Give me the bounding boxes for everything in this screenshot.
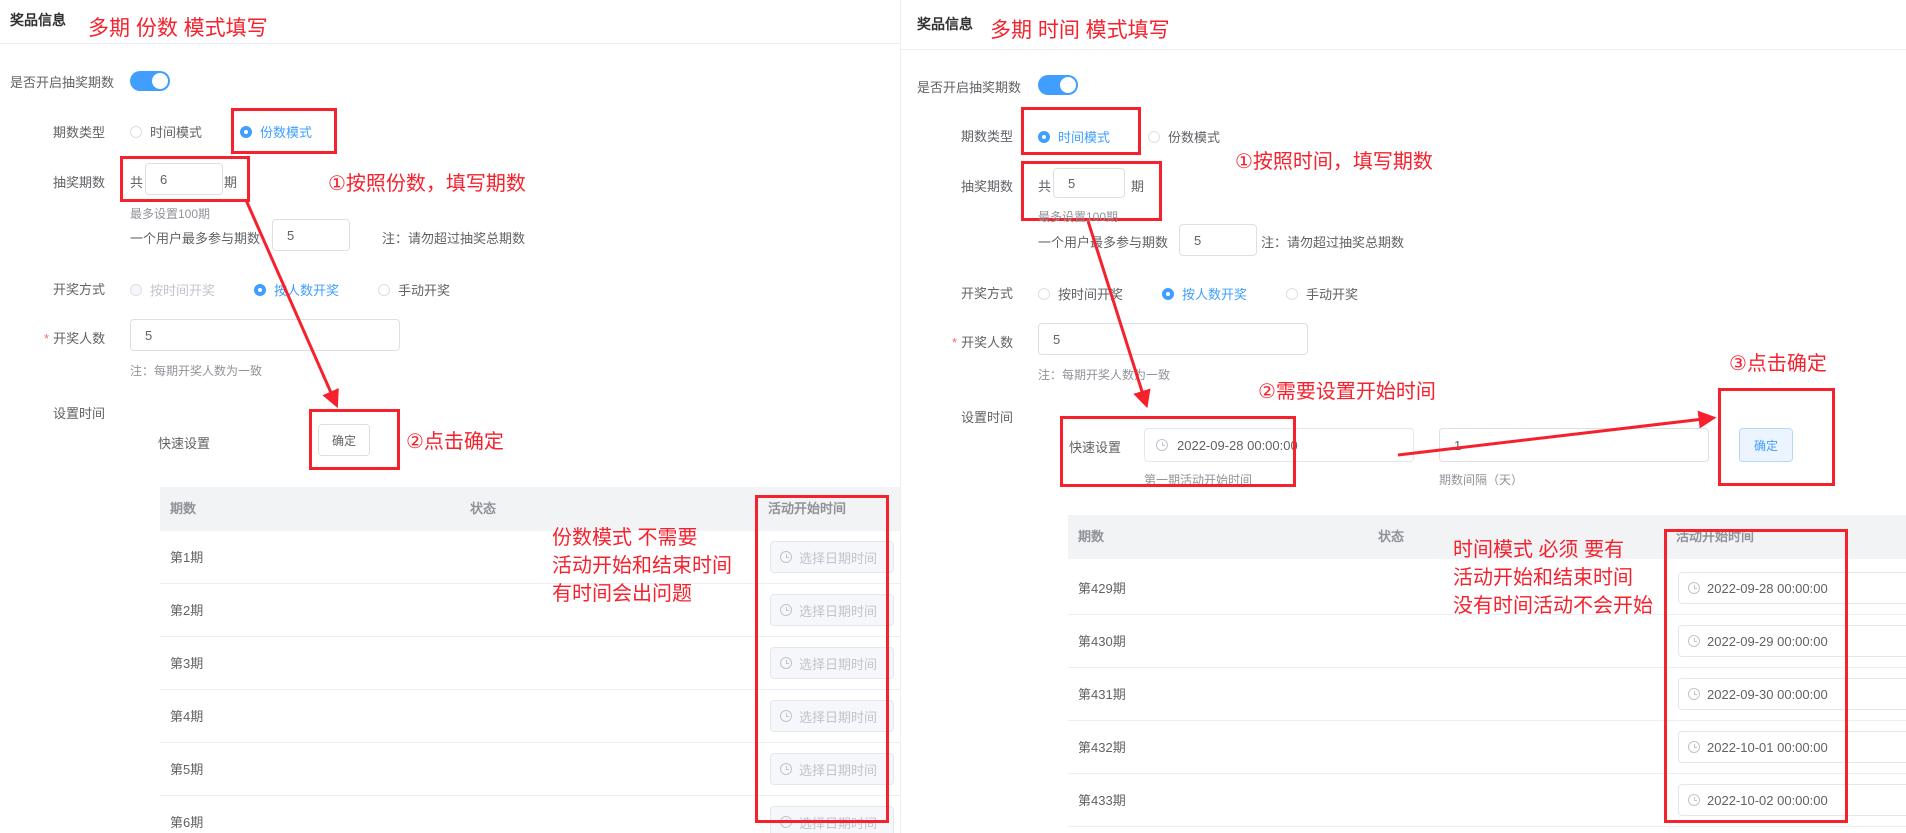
col-status: 状态	[470, 501, 497, 516]
col-period: 期数	[1078, 529, 1105, 544]
set-time-label: 设置时间	[961, 410, 1014, 425]
draw-method-label: 开奖方式	[961, 286, 1014, 301]
annotation-step2: ②需要设置开始时间	[1258, 381, 1436, 403]
draw-people-label: * 开奖人数	[952, 335, 1014, 350]
highlight-quick-set	[1060, 416, 1296, 487]
max-periods-hint: 最多设置100期	[130, 207, 211, 221]
radio-dot	[1286, 287, 1298, 300]
interval-input[interactable]: 1	[1439, 428, 1709, 462]
period-cell: 第6期	[170, 815, 204, 830]
section-title: 奖品信息	[10, 12, 66, 28]
annotation-step1: ①按照份数，填写期数	[328, 173, 526, 195]
radio-dot	[254, 283, 266, 296]
right-screenshot-panel: 奖品信息 多期 时间 模式填写 是否开启抽奖期数 期数类型 时间模式 份数模式 …	[900, 0, 1906, 833]
radio-dot	[1038, 287, 1050, 300]
draw-people-input[interactable]: 5	[1038, 323, 1308, 355]
max-user-label: 一个用户最多参与期数	[1038, 235, 1169, 250]
enable-periods-label: 是否开启抽奖期数	[10, 75, 115, 90]
col-status: 状态	[1378, 529, 1405, 544]
interval-hint: 期数间隔（天）	[1439, 473, 1524, 487]
draw-people-note: 注：每期开奖人数为一致	[130, 364, 263, 378]
note-line: 没有时间活动不会开始	[1453, 595, 1653, 617]
radio-draw-by-people[interactable]: 按人数开奖	[254, 280, 339, 299]
period-cell: 第3期	[170, 656, 204, 671]
draw-method-label: 开奖方式	[53, 282, 106, 297]
radio-draw-by-time[interactable]: 按时间开奖	[1038, 284, 1123, 303]
radio-dot	[130, 283, 142, 296]
radio-label: 按人数开奖	[274, 283, 340, 298]
max-user-input[interactable]: 5	[1179, 224, 1257, 256]
period-cell: 第4期	[170, 709, 204, 724]
period-cell: 第431期	[1078, 687, 1126, 702]
annotation-title: 多期 时间 模式填写	[990, 19, 1170, 42]
period-cell: 第5期	[170, 762, 204, 777]
set-time-label: 设置时间	[53, 406, 106, 421]
highlight-start-time-column	[755, 495, 889, 823]
radio-draw-manual[interactable]: 手动开奖	[378, 280, 450, 299]
radio-label: 按时间开奖	[1058, 287, 1124, 302]
radio-label: 按时间开奖	[150, 283, 216, 298]
radio-dot	[1148, 130, 1160, 143]
radio-label: 份数模式	[1168, 130, 1221, 145]
radio-time-mode[interactable]: 时间模式	[130, 122, 202, 141]
period-cell: 第1期	[170, 550, 204, 565]
annotation-note: 份数模式 不需要 活动开始和结束时间 有时间会出问题	[552, 524, 732, 608]
draw-people-input[interactable]: 5	[130, 319, 400, 351]
highlight-period-type	[231, 108, 337, 154]
max-user-label: 一个用户最多参与期数	[130, 231, 261, 246]
enable-periods-switch[interactable]	[1038, 75, 1078, 95]
section-title: 奖品信息	[917, 16, 973, 32]
highlight-period-type	[1021, 107, 1141, 155]
radio-label: 按人数开奖	[1182, 287, 1248, 302]
highlight-periods	[120, 156, 250, 202]
radio-label: 手动开奖	[398, 283, 451, 298]
highlight-start-time-column	[1664, 529, 1848, 823]
period-cell: 第432期	[1078, 740, 1126, 755]
quick-set-label: 快速设置	[158, 436, 211, 451]
period-type-label: 期数类型	[961, 129, 1014, 144]
max-user-note: 注：请勿超过抽奖总期数	[1261, 235, 1405, 250]
annotation-title: 多期 份数 模式填写	[88, 17, 268, 40]
highlight-confirm	[1718, 388, 1835, 486]
note-line: 有时间会出问题	[552, 583, 692, 605]
radio-draw-manual[interactable]: 手动开奖	[1286, 284, 1358, 303]
draw-people-note: 注：每期开奖人数为一致	[1038, 368, 1171, 382]
radio-dot	[378, 283, 390, 296]
period-cell: 第2期	[170, 603, 204, 618]
note-line: 活动开始和结束时间	[552, 555, 732, 577]
radio-draw-by-people[interactable]: 按人数开奖	[1162, 284, 1247, 303]
max-user-input[interactable]: 5	[272, 219, 350, 251]
radio-count-mode[interactable]: 份数模式	[1148, 127, 1220, 146]
max-user-note: 注：请勿超过抽奖总期数	[382, 231, 526, 246]
section-divider	[901, 49, 1906, 50]
annotation-step3: ③点击确定	[1729, 353, 1827, 375]
period-cell: 第433期	[1078, 793, 1126, 808]
enable-periods-label: 是否开启抽奖期数	[917, 80, 1022, 95]
enable-periods-switch[interactable]	[130, 71, 170, 91]
note-line: 份数模式 不需要	[552, 527, 698, 549]
note-line: 活动开始和结束时间	[1453, 567, 1633, 589]
annotation-step2: ②点击确定	[406, 431, 504, 453]
radio-label: 时间模式	[150, 125, 203, 140]
note-line: 时间模式 必须 要有	[1453, 539, 1625, 561]
left-screenshot-panel: 奖品信息 多期 份数 模式填写 是否开启抽奖期数 期数类型 时间模式 份数模式 …	[0, 0, 900, 833]
highlight-confirm	[309, 409, 400, 470]
max-periods-hint: 最多设置100期	[1038, 210, 1119, 224]
lottery-periods-label: 抽奖期数	[53, 175, 106, 190]
radio-draw-by-time[interactable]: 按时间开奖	[130, 280, 215, 299]
lottery-periods-label: 抽奖期数	[961, 179, 1014, 194]
section-divider	[0, 43, 900, 44]
radio-label: 手动开奖	[1306, 287, 1359, 302]
draw-people-label: * 开奖人数	[44, 331, 106, 346]
annotation-note: 时间模式 必须 要有 活动开始和结束时间 没有时间活动不会开始	[1453, 536, 1653, 620]
annotation-step1: ①按照时间，填写期数	[1235, 151, 1433, 173]
period-type-label: 期数类型	[53, 125, 106, 140]
radio-dot	[1162, 287, 1174, 300]
period-cell: 第430期	[1078, 634, 1126, 649]
period-cell: 第429期	[1078, 581, 1126, 596]
col-period: 期数	[170, 501, 197, 516]
radio-dot	[130, 125, 142, 138]
